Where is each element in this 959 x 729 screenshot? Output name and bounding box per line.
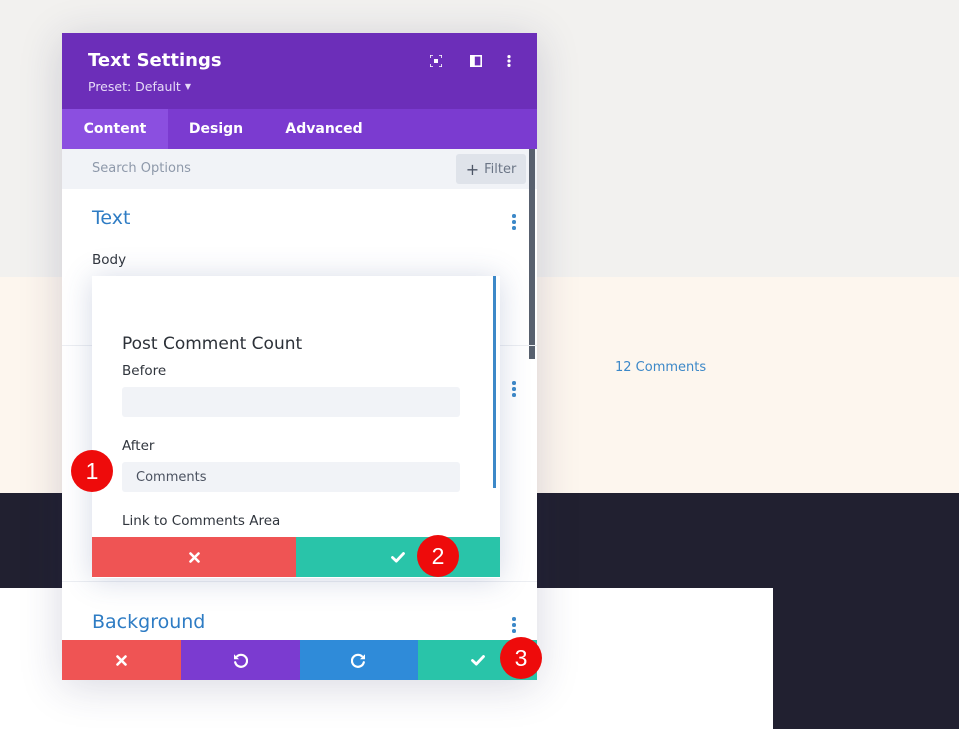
undo-icon <box>233 653 248 668</box>
modal-header: Text Settings Preset: Default ▼ <box>62 33 537 109</box>
step-marker-2: 2 <box>417 535 459 577</box>
before-input[interactable] <box>122 387 460 417</box>
text-section-menu-icon[interactable] <box>512 214 516 230</box>
section-title-background[interactable]: Background <box>92 611 205 633</box>
more-vertical-icon[interactable] <box>501 53 517 69</box>
preset-label: Preset: Default <box>88 79 181 94</box>
filter-button[interactable]: + Filter <box>456 154 526 184</box>
popup-cancel-button[interactable] <box>92 537 296 577</box>
redo-button[interactable] <box>299 640 419 680</box>
body-label: Body <box>92 252 127 268</box>
popup-title: Post Comment Count <box>122 334 303 354</box>
step-marker-3: 3 <box>500 637 542 679</box>
preset-selector[interactable]: Preset: Default ▼ <box>88 79 191 94</box>
plus-icon: + <box>465 159 480 179</box>
dynamic-content-popup: Post Comment Count Before After Link to … <box>92 276 500 578</box>
popup-confirm-button[interactable] <box>296 537 500 577</box>
before-label: Before <box>122 363 167 379</box>
background-section-menu-icon[interactable] <box>512 617 516 633</box>
sidebar-layout-icon[interactable] <box>468 53 484 69</box>
modal-action-bar <box>62 640 537 680</box>
redo-icon <box>351 653 366 668</box>
section-menu-icon[interactable] <box>512 381 516 397</box>
discard-button[interactable] <box>62 640 181 680</box>
close-icon <box>188 551 200 563</box>
close-icon <box>116 654 127 666</box>
check-icon <box>470 654 485 665</box>
after-input[interactable] <box>122 462 460 492</box>
step-marker-1: 1 <box>71 450 113 492</box>
settings-tabs: Content Design Advanced <box>62 109 537 149</box>
section-title-text[interactable]: Text <box>92 207 130 229</box>
caret-down-icon: ▼ <box>184 82 191 91</box>
popup-scrollbar[interactable] <box>493 276 496 488</box>
check-icon <box>391 551 405 562</box>
search-row: + Filter <box>62 149 537 189</box>
tab-content[interactable]: Content <box>62 109 168 149</box>
fullscreen-icon[interactable] <box>428 53 444 69</box>
tab-design[interactable]: Design <box>168 109 264 149</box>
filter-label: Filter <box>484 161 517 177</box>
modal-scrollbar[interactable] <box>529 149 535 359</box>
modal-title: Text Settings <box>88 50 222 71</box>
link-to-comments-label: Link to Comments Area <box>122 513 281 529</box>
search-options-input[interactable] <box>92 161 392 176</box>
tab-advanced[interactable]: Advanced <box>264 109 384 149</box>
comments-link[interactable]: 12 Comments <box>615 360 706 375</box>
divider <box>62 581 537 582</box>
undo-button[interactable] <box>180 640 300 680</box>
after-label: After <box>122 438 155 454</box>
